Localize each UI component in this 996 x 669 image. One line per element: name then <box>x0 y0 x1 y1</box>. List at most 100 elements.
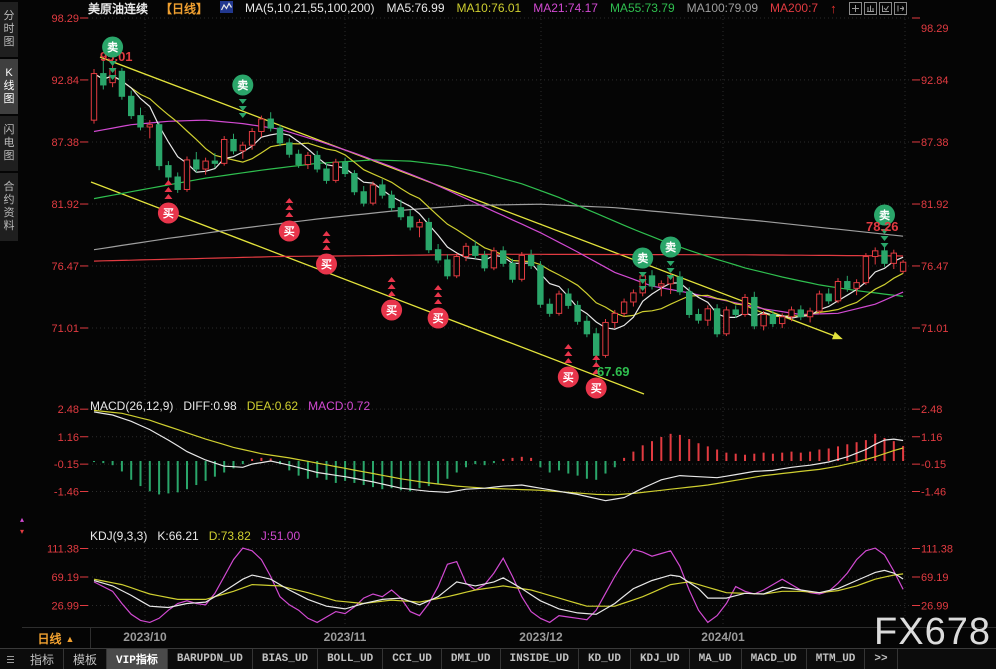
markers-layer: 卖卖买买买买买买买卖卖卖 <box>102 36 895 399</box>
pane-splitter-up-icon[interactable]: ▴ <box>20 516 24 524</box>
bottom-tab-5[interactable]: BOLL_UD <box>318 649 384 669</box>
svg-text:71.01: 71.01 <box>921 323 949 335</box>
svg-text:-1.46: -1.46 <box>921 487 946 499</box>
expand-pane-icon[interactable] <box>894 2 907 15</box>
macd-diff-value: DIFF:0.98 <box>183 399 237 413</box>
bottom-tab-0[interactable]: 指标 <box>21 649 65 669</box>
bottom-tab-8[interactable]: INSIDE_UD <box>501 649 579 669</box>
sidebar-item-1[interactable]: K线图 <box>0 59 18 114</box>
ma-layer <box>93 73 904 330</box>
buy-marker: 买 <box>278 198 300 242</box>
buy-marker: 买 <box>557 344 579 388</box>
svg-text:2.48: 2.48 <box>921 404 942 416</box>
trend-lines <box>90 56 843 395</box>
svg-text:71.01: 71.01 <box>51 323 79 335</box>
svg-text:81.92: 81.92 <box>51 199 79 211</box>
candles-layer <box>90 55 907 366</box>
date-tick-label: 2023/11 <box>323 630 367 644</box>
bottom-tab-14[interactable]: >> <box>865 649 898 669</box>
bottom-tab-11[interactable]: MA_UD <box>690 649 742 669</box>
svg-text:87.38: 87.38 <box>921 137 949 149</box>
svg-text:买: 买 <box>321 258 332 271</box>
bottom-tab-9[interactable]: KD_UD <box>579 649 631 669</box>
svg-text:买: 买 <box>563 371 574 384</box>
period-selector-label: 日线 <box>37 632 62 646</box>
bottom-tab-3[interactable]: BARUPDN_UD <box>168 649 253 669</box>
svg-text:92.84: 92.84 <box>51 75 79 87</box>
pane-splitter-down-icon[interactable]: ▾ <box>20 528 24 536</box>
svg-text:78.26: 78.26 <box>866 219 899 234</box>
svg-text:1.16: 1.16 <box>921 432 942 444</box>
kdj-j-value: J:51.00 <box>260 529 301 543</box>
buy-marker: 买 <box>381 277 403 321</box>
ma-settings-label: MA(5,10,21,55,100,200) <box>245 1 375 15</box>
bottom-tab-12[interactable]: MACD_UD <box>742 649 807 669</box>
svg-text:买: 买 <box>386 304 397 317</box>
indicator-menu-icon[interactable] <box>0 649 21 669</box>
sidebar-item-3[interactable]: 合约资料 <box>0 173 18 241</box>
sidebar-item-2[interactable]: 闪电图 <box>0 116 18 171</box>
svg-text:买: 买 <box>433 312 444 325</box>
svg-text:67.69: 67.69 <box>597 364 630 379</box>
main-pane-icon[interactable] <box>864 2 877 15</box>
app-root: 98.29 98.29 92.84 92.84 87.38 87.38 81.92 81.92… <box>0 0 996 669</box>
bottom-tab-1[interactable]: 模板 <box>64 649 108 669</box>
buy-marker: 买 <box>427 285 449 329</box>
kdj-layer <box>93 547 904 624</box>
mini-chart-icon <box>220 0 234 16</box>
triangle-up-icon: ▲ <box>65 633 75 644</box>
svg-text:76.47: 76.47 <box>51 261 79 273</box>
indicator-tab-bar: 指标 模板 VIP指标 BARUPDN_UD BIAS_UD BOLL_UD CCI_UD D… <box>0 648 996 669</box>
bottom-tab-10[interactable]: KDJ_UD <box>631 649 690 669</box>
svg-text:111.38: 111.38 <box>47 544 79 556</box>
sub-pane-icon[interactable] <box>879 2 892 15</box>
macd-panel-header: MACD(26,12,9) DIFF:0.98 DEA:0.62 MACD:0.… <box>90 399 370 413</box>
sidebar-item-0[interactable]: 分时图 <box>0 2 18 57</box>
date-tick-label: 2024/01 <box>701 630 745 644</box>
ma-value: MA55:73.79 <box>609 1 675 15</box>
svg-text:69.19: 69.19 <box>921 572 949 584</box>
kdj-name: KDJ(9,3,3) <box>90 529 148 543</box>
macd-macd-value: MACD:0.72 <box>308 399 371 413</box>
bottom-tab-2[interactable]: VIP指标 <box>107 649 168 669</box>
bottom-tab-6[interactable]: CCI_UD <box>383 649 442 669</box>
period-tag: 【日线】 <box>160 1 209 16</box>
svg-text:买: 买 <box>163 207 174 220</box>
date-tick-label: 2023/10 <box>123 630 167 644</box>
svg-text:买: 买 <box>284 225 295 238</box>
svg-text:76.47: 76.47 <box>921 261 949 273</box>
ma-value: MA100:79.09 <box>686 1 759 15</box>
svg-text:卖: 卖 <box>637 251 648 265</box>
svg-text:买: 买 <box>591 382 602 395</box>
grid-layout-icon[interactable] <box>849 2 862 15</box>
bottom-tab-13[interactable]: MTM_UD <box>807 649 866 669</box>
svg-text:-0.15: -0.15 <box>54 459 79 471</box>
macd-layer <box>93 409 905 502</box>
date-tick-label: 2023/12 <box>519 630 563 644</box>
svg-text:卖: 卖 <box>237 78 248 92</box>
svg-text:98.29: 98.29 <box>51 13 79 25</box>
bottom-tab-4[interactable]: BIAS_UD <box>253 649 319 669</box>
svg-text:-0.15: -0.15 <box>921 459 946 471</box>
price-up-arrow-icon: ↑ <box>830 0 837 16</box>
macd-dea-value: DEA:0.62 <box>246 399 299 413</box>
period-selector[interactable]: 日线 ▲ <box>22 628 91 649</box>
date-axis-row: 日线 ▲ 2023/10 2023/11 2023/12 2024/01 <box>22 627 996 650</box>
svg-text:111.38: 111.38 <box>921 544 953 556</box>
kdj-panel-header: KDJ(9,3,3) K:66.21 D:73.82 J:51.00 <box>90 529 300 543</box>
svg-text:-1.46: -1.46 <box>54 487 79 499</box>
svg-text:卖: 卖 <box>107 40 118 54</box>
svg-text:26.99: 26.99 <box>51 601 79 613</box>
sidebar: 分时图 K线图闪电图合约资料 <box>0 2 19 241</box>
svg-text:98.29: 98.29 <box>921 23 949 35</box>
kdj-d-value: D:73.82 <box>208 529 251 543</box>
macd-name: MACD(26,12,9) <box>90 399 174 413</box>
instrument-title: 美原油连续 <box>88 1 149 16</box>
kdj-k-value: K:66.21 <box>157 529 199 543</box>
svg-text:81.92: 81.92 <box>921 199 949 211</box>
ma-value: MA10:76.01 <box>456 1 522 15</box>
ma-values: MA5:76.99 MA10:76.01 MA21:74.17 MA55:73.79 M… <box>386 1 818 15</box>
bottom-tab-7[interactable]: DMI_UD <box>442 649 501 669</box>
chart-canvas[interactable]: 98.29 98.29 92.84 92.84 87.38 87.38 81.92 81.92… <box>0 0 996 669</box>
ma-value: MA200:7 <box>770 1 819 15</box>
